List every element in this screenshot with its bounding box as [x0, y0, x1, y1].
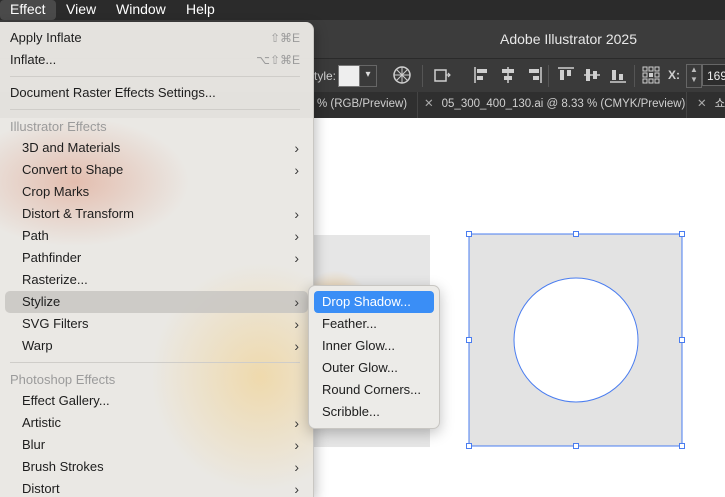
menu-item-artistic[interactable]: Artistic ›	[0, 412, 313, 434]
chevron-right-icon: ›	[294, 316, 299, 332]
menu-divider	[10, 76, 300, 77]
style-label: tyle:	[314, 69, 337, 83]
chevron-right-icon: ›	[294, 140, 299, 156]
align-left-icon[interactable]	[472, 65, 492, 85]
x-coordinate-label: X:	[668, 68, 680, 82]
chevron-right-icon: ›	[294, 294, 299, 310]
recolor-icon[interactable]	[392, 65, 412, 85]
selected-artwork[interactable]	[460, 226, 692, 454]
submenu-item-scribble[interactable]: Scribble...	[314, 401, 434, 423]
chevron-right-icon: ›	[294, 481, 299, 497]
tab-label: 쇼핑	[714, 98, 725, 110]
chevron-right-icon: ›	[294, 459, 299, 475]
section-header-illustrator-effects: Illustrator Effects	[10, 119, 107, 134]
x-stepper[interactable]: ▲ ▼	[686, 64, 702, 88]
menu-item-distort-transform[interactable]: Distort & Transform ›	[0, 203, 313, 225]
chevron-right-icon: ›	[294, 250, 299, 266]
chevron-right-icon: ›	[294, 206, 299, 222]
align-right-icon[interactable]	[524, 65, 544, 85]
align-top-icon[interactable]	[556, 65, 576, 85]
chevron-right-icon: ›	[294, 437, 299, 453]
window-title: Adobe Illustrator 2025	[500, 31, 637, 47]
style-dropdown-caret[interactable]: ▾	[360, 65, 377, 87]
tab-document-cmyk[interactable]: ✕ 05_300_400_130.ai @ 8.33 % (CMYK/Previe…	[414, 92, 687, 118]
menu-item-warp[interactable]: Warp ›	[0, 335, 313, 357]
tab-label: % (RGB/Preview)	[317, 98, 408, 110]
chevron-right-icon: ›	[294, 338, 299, 354]
chevron-right-icon: ›	[294, 162, 299, 178]
menu-bar: Effect View Window Help	[0, 0, 725, 20]
reference-point-icon[interactable]	[641, 65, 661, 85]
menu-item-convert-to-shape[interactable]: Convert to Shape ›	[0, 159, 313, 181]
close-icon[interactable]: ✕	[424, 98, 434, 110]
menu-item-distort[interactable]: Distort ›	[0, 478, 313, 497]
menu-item-svg-filters[interactable]: SVG Filters ›	[0, 313, 313, 335]
menu-item-3d-and-materials[interactable]: 3D and Materials ›	[0, 137, 313, 159]
chevron-right-icon: ›	[294, 228, 299, 244]
align-middle-icon[interactable]	[582, 65, 602, 85]
menu-item-effect-gallery[interactable]: Effect Gallery...	[0, 390, 313, 412]
menu-item-rasterize[interactable]: Rasterize...	[0, 269, 313, 291]
menu-item-pathfinder[interactable]: Pathfinder ›	[0, 247, 313, 269]
menu-item-apply-inflate[interactable]: Apply Inflate ⇧⌘E	[0, 27, 313, 49]
tab-document-shopping[interactable]: ✕ 쇼핑	[687, 92, 725, 118]
stylize-submenu: Drop Shadow... Feather... Inner Glow... …	[308, 285, 440, 429]
menubar-item-effect[interactable]: Effect	[0, 0, 56, 20]
menubar-item-help[interactable]: Help	[176, 0, 225, 20]
align-bottom-icon[interactable]	[608, 65, 628, 85]
menu-divider	[10, 109, 300, 110]
section-header-photoshop-effects: Photoshop Effects	[10, 372, 116, 387]
tab-label: 05_300_400_130.ai @ 8.33 % (CMYK/Preview…	[441, 98, 686, 110]
menu-item-path[interactable]: Path ›	[0, 225, 313, 247]
menu-item-crop-marks[interactable]: Crop Marks	[0, 181, 313, 203]
shortcut-label: ⌥⇧⌘E	[256, 53, 300, 67]
artwork-circle[interactable]	[513, 277, 639, 403]
close-icon[interactable]: ✕	[697, 98, 707, 110]
menu-divider	[10, 362, 300, 363]
submenu-item-outer-glow[interactable]: Outer Glow...	[314, 357, 434, 379]
tab-document-rgb[interactable]: % (RGB/Preview)	[313, 92, 418, 118]
align-center-icon[interactable]	[498, 65, 518, 85]
submenu-item-inner-glow[interactable]: Inner Glow...	[314, 335, 434, 357]
menu-item-inflate[interactable]: Inflate... ⌥⇧⌘E	[0, 49, 313, 71]
menubar-item-window[interactable]: Window	[106, 0, 176, 20]
effect-menu: Apply Inflate ⇧⌘E Inflate... ⌥⇧⌘E Docume…	[0, 22, 314, 497]
x-coordinate-input[interactable]: 169	[702, 64, 725, 86]
submenu-item-round-corners[interactable]: Round Corners...	[314, 379, 434, 401]
submenu-item-feather[interactable]: Feather...	[314, 313, 434, 335]
menu-item-brush-strokes[interactable]: Brush Strokes ›	[0, 456, 313, 478]
transform-icon[interactable]	[432, 65, 452, 85]
style-swatch[interactable]	[338, 65, 360, 87]
menu-item-blur[interactable]: Blur ›	[0, 434, 313, 456]
shortcut-label: ⇧⌘E	[269, 31, 300, 45]
chevron-right-icon: ›	[294, 415, 299, 431]
menu-item-document-raster-effects-settings[interactable]: Document Raster Effects Settings...	[0, 82, 313, 104]
submenu-item-drop-shadow[interactable]: Drop Shadow...	[314, 291, 434, 313]
menu-item-stylize[interactable]: Stylize ›	[5, 291, 308, 313]
menubar-item-view[interactable]: View	[56, 0, 106, 20]
